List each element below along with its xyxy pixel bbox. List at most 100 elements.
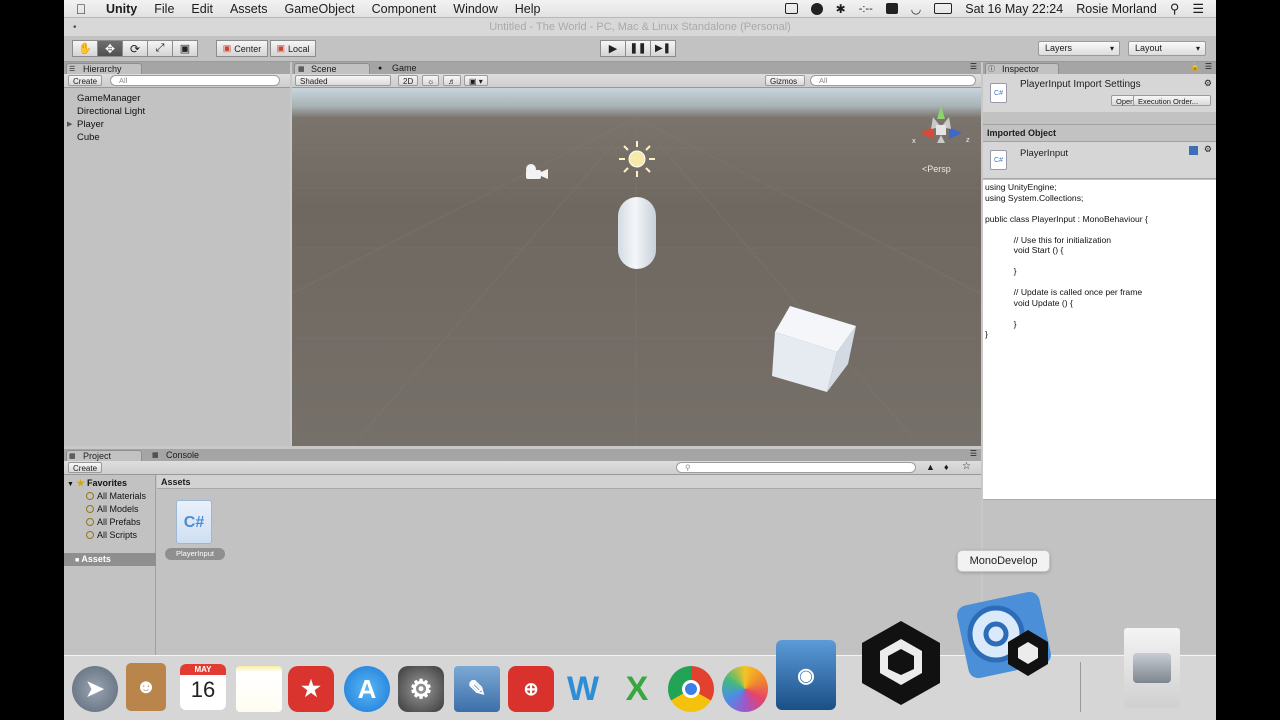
inspector-menu-icon[interactable]: ☰ [1205, 62, 1212, 71]
lighting-toggle[interactable]: ☼ [422, 75, 440, 86]
directional-light-gizmo[interactable] [617, 139, 657, 179]
hierarchy-item-player[interactable]: Player [77, 119, 104, 130]
imovie-icon[interactable]: ◉ [776, 640, 836, 710]
downloads-stack-icon[interactable] [1124, 628, 1180, 708]
pivot-center-label: Center [234, 43, 262, 54]
project-menu-icon[interactable]: ☰ [970, 449, 977, 458]
hierarchy-create-button[interactable]: Create [68, 75, 103, 86]
clock[interactable]: Sat 16 May 22:24 [965, 2, 1063, 16]
favorite-all-materials[interactable]: All Materials [86, 491, 146, 501]
pivot-local-button[interactable]: ▣ Local [270, 40, 316, 57]
gizmos-dropdown[interactable]: Gizmos [765, 75, 805, 86]
step-icon: ▶❚ [654, 43, 672, 54]
orientation-gizmo[interactable] [911, 103, 971, 163]
filter-label-icon[interactable]: ♦ [944, 462, 949, 472]
hierarchy-item-cube[interactable]: Cube [77, 132, 100, 143]
menu-window[interactable]: Window [445, 2, 506, 16]
help-book-icon[interactable] [1189, 146, 1198, 155]
monodevelop-logo [957, 591, 1051, 679]
camera-gizmo[interactable] [523, 162, 549, 182]
shading-dropdown[interactable]: Shaded [295, 75, 391, 86]
pause-button[interactable]: ❚❚ [625, 40, 651, 57]
play-button[interactable]: ▶ [600, 40, 626, 57]
wifi-icon[interactable]: ◡ [911, 2, 921, 16]
scene-viewport[interactable]: x z <Persp [292, 88, 981, 446]
notification-center-icon[interactable]: ☰ [1192, 1, 1204, 17]
expand-arrow-icon[interactable]: ▶ [67, 120, 72, 128]
effects-dropdown[interactable]: ▣ ▾ [464, 75, 488, 86]
notes-icon[interactable] [236, 666, 282, 712]
bluetooth-icon[interactable]: ✱ [836, 2, 846, 16]
preview-icon[interactable]: ✎ [454, 666, 500, 712]
layout-dropdown[interactable]: Layout [1128, 41, 1206, 56]
menu-file[interactable]: File [146, 2, 183, 16]
calendar-icon[interactable]: MAY 16 [180, 664, 226, 710]
toggle-2d-button[interactable]: 2D [398, 75, 419, 86]
scene-search-input[interactable]: All [810, 75, 976, 86]
favorite-all-scripts[interactable]: All Scripts [86, 530, 137, 540]
window-close-dot[interactable]: • [73, 19, 77, 37]
hierarchy-search-input[interactable]: All [110, 75, 280, 86]
contacts-icon[interactable]: ☻ [126, 663, 166, 711]
scale-tool-button[interactable]: ⤢ [147, 40, 173, 57]
user-name[interactable]: Rosie Morland [1076, 2, 1157, 16]
cube-object[interactable] [772, 304, 862, 396]
audio-toggle[interactable]: ♬ [443, 75, 461, 86]
asset-playerinput[interactable]: C# PlayerInput [165, 498, 225, 560]
favorite-all-models[interactable]: All Models [86, 504, 139, 514]
execution-order-button[interactable]: Execution Order... [1133, 95, 1211, 106]
layers-dropdown[interactable]: Layers [1038, 41, 1120, 56]
battery-icon[interactable] [934, 3, 953, 14]
lock-icon[interactable]: 🔒 [1190, 62, 1200, 71]
step-button[interactable]: ▶❚ [650, 40, 676, 57]
menu-edit[interactable]: Edit [183, 2, 222, 16]
favorite-star-icon[interactable]: ☆ [962, 461, 971, 472]
menu-gameobject[interactable]: GameObject [276, 2, 363, 16]
move-tool-button[interactable]: ✥ [97, 40, 123, 57]
object-gear-icon[interactable]: ⚙ [1204, 144, 1212, 155]
project-create-button[interactable]: Create [68, 462, 103, 473]
assets-breadcrumb[interactable]: Assets [161, 477, 191, 487]
wunderlist-icon[interactable]: ★ [288, 666, 334, 712]
app-store-icon[interactable]: A [344, 666, 390, 712]
window-titlebar: • Untitled - The World - PC, Mac & Linux… [64, 18, 1216, 36]
calendar-month: MAY [180, 664, 226, 675]
persp-label[interactable]: <Persp [922, 164, 951, 174]
system-preferences-icon[interactable]: ⚙ [398, 666, 444, 712]
menu-assets[interactable]: Assets [222, 2, 277, 16]
airplay-icon[interactable] [784, 3, 798, 14]
assets-folder-row[interactable]: ■ Assets [64, 553, 156, 566]
word-icon[interactable]: W [560, 666, 606, 712]
unity-icon[interactable] [854, 615, 948, 709]
chrome-icon[interactable] [668, 666, 714, 712]
monodevelop-icon[interactable] [956, 590, 1052, 680]
launchpad-icon[interactable]: ➤ [72, 666, 118, 712]
settings-gear-icon[interactable]: ⚙ [1204, 78, 1212, 89]
display-icon[interactable] [885, 3, 898, 14]
favorite-all-prefabs[interactable]: All Prefabs [86, 517, 141, 527]
menu-app[interactable]: Unity [98, 2, 146, 16]
time-machine-icon[interactable] [810, 2, 823, 15]
rotate-tool-button[interactable]: ⟳ [122, 40, 148, 57]
project-search-input[interactable]: ⚲ [676, 462, 916, 473]
search-filter-icon [86, 505, 94, 513]
apple-icon[interactable]:  [64, 1, 98, 17]
chrome-center [682, 680, 700, 698]
menu-help[interactable]: Help [507, 2, 550, 16]
player-capsule[interactable] [618, 197, 656, 269]
hierarchy-item-directional-light[interactable]: Directional Light [77, 106, 145, 117]
menu-component[interactable]: Component [364, 2, 446, 16]
favorites-header[interactable]: ▼ ★ Favorites [67, 478, 127, 489]
photos-icon[interactable] [722, 666, 768, 712]
rect-tool-button[interactable]: ▣ [172, 40, 198, 57]
spotlight-icon[interactable]: ⚲ [1170, 1, 1180, 17]
filter-type-icon[interactable]: ▲ [926, 462, 935, 472]
excel-icon[interactable]: X [614, 666, 660, 712]
hand-tool-button[interactable]: ✋ [72, 40, 98, 57]
remote-desktop-icon[interactable]: ⊕ [508, 666, 554, 712]
pivot-center-button[interactable]: ▣ Center [216, 40, 268, 57]
panel-menu-icon[interactable]: ☰ [970, 62, 977, 71]
speaker-icon: ♬ [448, 77, 456, 86]
hierarchy-item-gamemanager[interactable]: GameManager [77, 93, 140, 104]
rotate-icon: ⟳ [129, 41, 141, 56]
